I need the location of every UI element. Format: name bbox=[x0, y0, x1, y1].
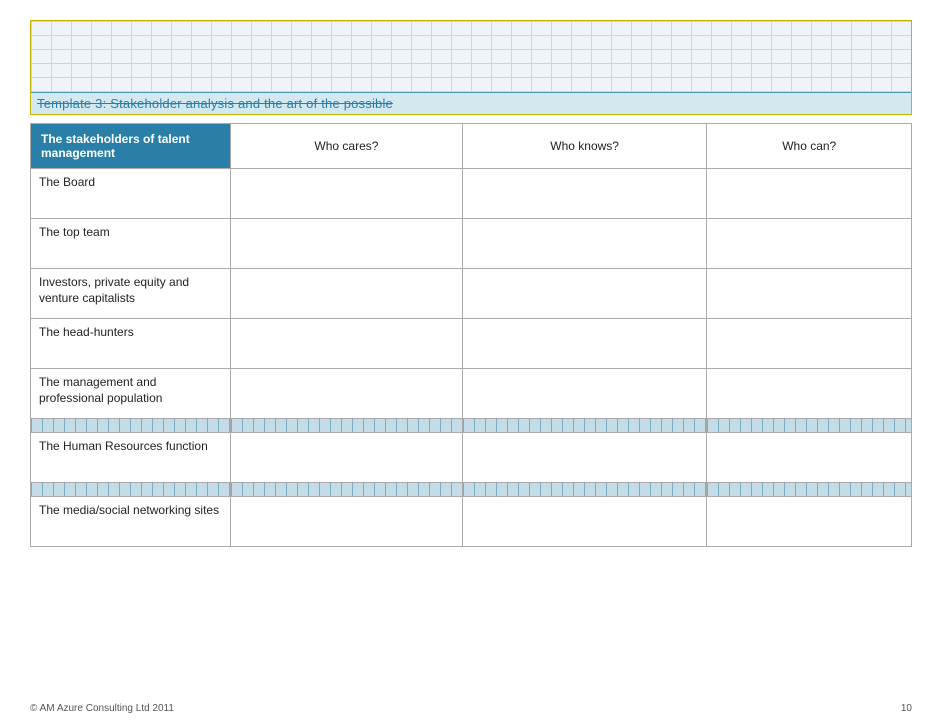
col-header-can: Who can? bbox=[707, 124, 912, 169]
can-cell bbox=[707, 269, 912, 319]
template-title: Template 3: Stakeholder analysis and the… bbox=[37, 96, 393, 111]
can-cell bbox=[707, 369, 912, 419]
col-header-stakeholders: The stakeholders of talent management bbox=[31, 124, 231, 169]
cares-cell bbox=[231, 319, 463, 369]
can-cell bbox=[707, 169, 912, 219]
top-grid-area: Template 3: Stakeholder analysis and the… bbox=[30, 20, 912, 115]
can-cell bbox=[707, 319, 912, 369]
can-cell bbox=[707, 497, 912, 547]
knows-cell bbox=[462, 219, 707, 269]
stakeholder-cell: Investors, private equity and venture ca… bbox=[31, 269, 231, 319]
stakeholder-table: The stakeholders of talent management Wh… bbox=[30, 123, 912, 547]
grid-separator-row bbox=[31, 419, 912, 433]
knows-cell bbox=[462, 319, 707, 369]
cares-cell bbox=[231, 169, 463, 219]
knows-cell bbox=[462, 369, 707, 419]
knows-cell bbox=[462, 169, 707, 219]
knows-cell bbox=[462, 433, 707, 483]
table-row: The media/social networking sites bbox=[31, 497, 912, 547]
knows-cell bbox=[462, 269, 707, 319]
stakeholder-cell: The head-hunters bbox=[31, 319, 231, 369]
col-header-cares: Who cares? bbox=[231, 124, 463, 169]
footer-page-number: 10 bbox=[901, 703, 912, 714]
cares-cell bbox=[231, 269, 463, 319]
stakeholder-cell: The management and professional populati… bbox=[31, 369, 231, 419]
table-header-row: The stakeholders of talent management Wh… bbox=[31, 124, 912, 169]
table-row: The head-hunters bbox=[31, 319, 912, 369]
cares-cell bbox=[231, 433, 463, 483]
page-footer: © AM Azure Consulting Ltd 2011 10 bbox=[30, 703, 912, 714]
cares-cell bbox=[231, 369, 463, 419]
grid-separator-row bbox=[31, 483, 912, 497]
table-row: Investors, private equity and venture ca… bbox=[31, 269, 912, 319]
stakeholder-cell: The top team bbox=[31, 219, 231, 269]
can-cell bbox=[707, 219, 912, 269]
col-header-knows: Who knows? bbox=[462, 124, 707, 169]
table-row: The top team bbox=[31, 219, 912, 269]
stakeholder-cell: The media/social networking sites bbox=[31, 497, 231, 547]
table-row: The Board bbox=[31, 169, 912, 219]
table-row: The management and professional populati… bbox=[31, 369, 912, 419]
cares-cell bbox=[231, 497, 463, 547]
cares-cell bbox=[231, 219, 463, 269]
template-title-bar: Template 3: Stakeholder analysis and the… bbox=[31, 92, 911, 114]
footer-copyright: © AM Azure Consulting Ltd 2011 bbox=[30, 703, 174, 714]
table-row: The Human Resources function bbox=[31, 433, 912, 483]
knows-cell bbox=[462, 497, 707, 547]
stakeholder-cell: The Human Resources function bbox=[31, 433, 231, 483]
can-cell bbox=[707, 433, 912, 483]
stakeholder-cell: The Board bbox=[31, 169, 231, 219]
page: Template 3: Stakeholder analysis and the… bbox=[0, 0, 942, 728]
